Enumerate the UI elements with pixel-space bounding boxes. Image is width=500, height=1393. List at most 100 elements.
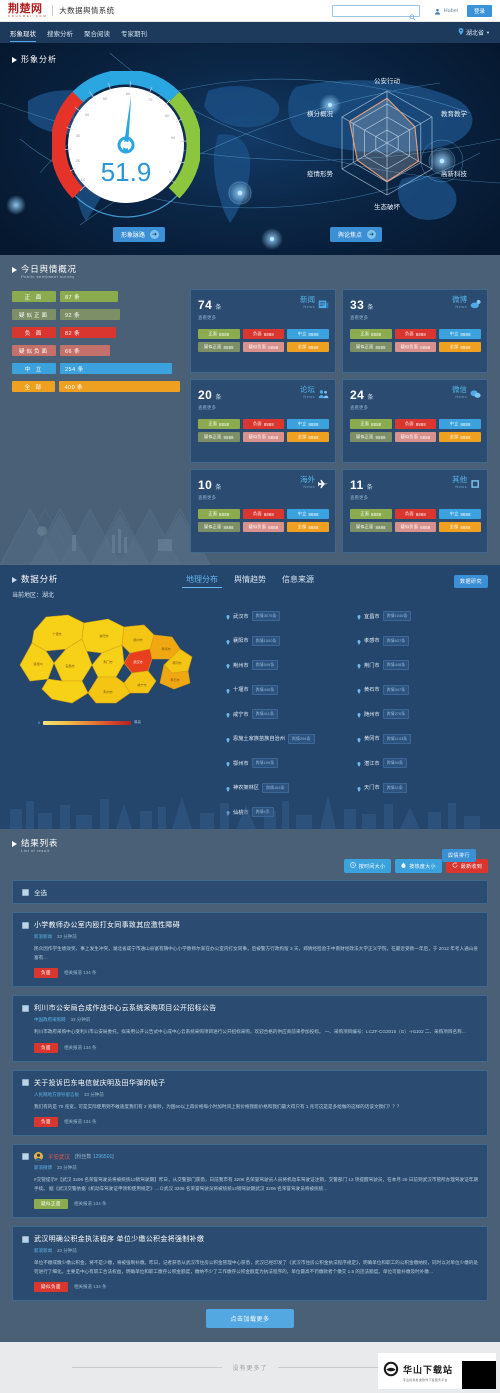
user-area[interactable]: Hubei bbox=[434, 2, 458, 20]
result-item-weibo[interactable]: 平安武汉 [粉丝数 1296501] 新浪微博 33 分钟前 #交管提示#【武汉… bbox=[12, 1144, 488, 1218]
result-related-count[interactable]: 相关报道 134 条 bbox=[64, 970, 97, 976]
chip-neutral[interactable]: 中立8888 bbox=[287, 509, 329, 519]
search-box[interactable] bbox=[332, 5, 420, 17]
chip-positive[interactable]: 正面8888 bbox=[350, 329, 392, 339]
chip-suspected-negative[interactable]: 疑似负面8888 bbox=[395, 432, 437, 442]
card-more-wechat[interactable]: 查看更多 bbox=[350, 405, 373, 411]
sort-by-time-button[interactable]: 按时间大小 bbox=[344, 859, 392, 873]
sentiment-bar-row[interactable]: 中 立 254 条 bbox=[12, 363, 180, 374]
chip-suspected-negative[interactable]: 疑似负面8888 bbox=[395, 342, 437, 352]
select-all-checkbox[interactable] bbox=[22, 889, 29, 896]
select-all-row[interactable]: 全选 bbox=[12, 880, 488, 904]
city-row[interactable]: 鄂州市舆情199条 bbox=[226, 754, 357, 772]
chip-suspected-positive[interactable]: 疑似正面8888 bbox=[198, 342, 240, 352]
city-row[interactable]: 荆州市舆情549条 bbox=[226, 656, 357, 674]
city-row[interactable]: 咸宁市舆情411条 bbox=[226, 705, 357, 723]
opinion-focus-button[interactable]: 舆论焦点 ➜ bbox=[330, 227, 382, 242]
sentiment-bar-row[interactable]: 正 面 87 条 bbox=[12, 291, 180, 302]
weibo-avatar-icon[interactable] bbox=[34, 1152, 43, 1161]
load-more-button[interactable]: 点击加载更多 bbox=[206, 1309, 293, 1328]
city-row[interactable]: 荆门市舆情448条 bbox=[357, 656, 488, 674]
city-row[interactable]: 武汉市舆情3076条 bbox=[226, 607, 357, 625]
opinion-ranking-button[interactable]: 舆情排行 bbox=[442, 849, 476, 862]
sentiment-bar-row[interactable]: 疑似负面 66 条 bbox=[12, 345, 180, 356]
chip-positive[interactable]: 正面8888 bbox=[198, 509, 240, 519]
nav-item-aggregate-reading[interactable]: 聚合阅读 bbox=[84, 22, 110, 43]
login-button[interactable]: 登录 bbox=[467, 5, 492, 17]
result-title-link[interactable]: 小学教师办公室内殴打女同事致其应激性障碍 bbox=[34, 920, 180, 930]
sentiment-bar-row[interactable]: 全 部 400 条 bbox=[12, 381, 180, 392]
result-related-count[interactable]: 相关报道 134 条 bbox=[74, 1201, 107, 1207]
chip-negative[interactable]: 负面8888 bbox=[243, 329, 285, 339]
result-checkbox[interactable] bbox=[22, 1005, 29, 1012]
city-row[interactable]: 孝感市舆情627条 bbox=[357, 632, 488, 650]
chip-neutral[interactable]: 中立8888 bbox=[287, 419, 329, 429]
city-row[interactable]: 襄阳市舆情1000条 bbox=[226, 632, 357, 650]
channel-card-other[interactable]: 11条 查看更多 其他 News bbox=[342, 469, 488, 553]
result-checkbox[interactable] bbox=[22, 922, 29, 929]
city-row[interactable]: 十堰市舆情440条 bbox=[226, 681, 357, 699]
city-row[interactable]: 宜昌市舆情1045条 bbox=[357, 607, 488, 625]
nav-item-search-analysis[interactable]: 搜索分析 bbox=[47, 22, 73, 43]
chip-negative[interactable]: 负面8888 bbox=[243, 419, 285, 429]
result-item[interactable]: 武汉明确公积金执法程序 单位少缴公积金将强制补缴 新浪新闻 33 分钟前 单位不… bbox=[12, 1226, 488, 1301]
chip-negative[interactable]: 负面8888 bbox=[395, 329, 437, 339]
channel-card-forum[interactable]: 20条 查看更多 论坛 News bbox=[190, 379, 336, 463]
card-more-other[interactable]: 查看更多 bbox=[350, 495, 373, 501]
result-title-link[interactable]: 利川市公安局合成作战中心云系统采购项目公开招标公告 bbox=[34, 1003, 217, 1013]
result-checkbox[interactable] bbox=[22, 1079, 29, 1086]
channel-card-weibo[interactable]: 33条 查看更多 微博 News bbox=[342, 289, 488, 373]
chip-positive[interactable]: 正面8888 bbox=[198, 419, 240, 429]
result-related-count[interactable]: 相关报道 134 条 bbox=[74, 1284, 107, 1290]
image-path-button[interactable]: 形象脉路 ➜ bbox=[113, 227, 165, 242]
result-item[interactable]: 小学教师办公室内殴打女同事致其应激性障碍 新浪新闻 33 分钟前 民众因作学生绩… bbox=[12, 912, 488, 987]
chip-all[interactable]: 全部8888 bbox=[439, 522, 481, 532]
weibo-account-name[interactable]: 平安武汉 bbox=[48, 1153, 70, 1161]
chip-negative[interactable]: 负面8888 bbox=[395, 419, 437, 429]
chip-suspected-negative[interactable]: 疑似负面8888 bbox=[243, 432, 285, 442]
search-input[interactable] bbox=[336, 8, 416, 14]
chip-suspected-positive[interactable]: 疑似正面8888 bbox=[198, 432, 240, 442]
chip-suspected-positive[interactable]: 疑似正面8888 bbox=[350, 432, 392, 442]
chip-neutral[interactable]: 中立8888 bbox=[439, 419, 481, 429]
chip-neutral[interactable]: 中立8888 bbox=[439, 509, 481, 519]
channel-card-news[interactable]: 74条 查看更多 新闻 News bbox=[190, 289, 336, 373]
sentiment-bar-row[interactable]: 疑似正面 92 条 bbox=[12, 309, 180, 320]
hubei-map[interactable]: 十堰市 襄阳市 随州市 孝感市 武汉市 黄冈市 荆门市 宜昌市 荆州市 咸宁市 … bbox=[12, 601, 222, 821]
chip-suspected-negative[interactable]: 疑似负面8888 bbox=[243, 522, 285, 532]
chip-suspected-positive[interactable]: 疑似正面8888 bbox=[350, 522, 392, 532]
channel-card-wechat[interactable]: 24条 查看更多 微信 News bbox=[342, 379, 488, 463]
card-more-overseas[interactable]: 查看更多 bbox=[198, 495, 221, 501]
chip-all[interactable]: 全部8888 bbox=[287, 342, 329, 352]
result-checkbox[interactable] bbox=[22, 1236, 29, 1243]
region-selector[interactable]: 湖北省 ▼ bbox=[458, 28, 490, 37]
chip-positive[interactable]: 正面8888 bbox=[350, 419, 392, 429]
sort-by-heat-button[interactable]: 按热度大小 bbox=[395, 859, 442, 873]
city-row[interactable]: 黄石市舆情347条 bbox=[357, 681, 488, 699]
result-related-count[interactable]: 相关报道 134 条 bbox=[64, 1045, 97, 1051]
chip-suspected-positive[interactable]: 疑似正面8888 bbox=[198, 522, 240, 532]
chip-all[interactable]: 全部8888 bbox=[439, 342, 481, 352]
chip-suspected-negative[interactable]: 疑似负面8888 bbox=[243, 342, 285, 352]
chip-suspected-positive[interactable]: 疑似正面8888 bbox=[350, 342, 392, 352]
result-checkbox[interactable] bbox=[22, 1153, 29, 1160]
chip-neutral[interactable]: 中立8888 bbox=[439, 329, 481, 339]
channel-card-overseas[interactable]: 10条 查看更多 海外 News bbox=[190, 469, 336, 553]
result-item[interactable]: 利川市公安局合成作战中心云系统采购项目公开招标公告 中国政府采购网 33 分钟前… bbox=[12, 995, 488, 1061]
chip-suspected-negative[interactable]: 疑似负面8888 bbox=[395, 522, 437, 532]
chip-positive[interactable]: 正面8888 bbox=[198, 329, 240, 339]
chip-negative[interactable]: 负面8888 bbox=[243, 509, 285, 519]
result-item[interactable]: 关于投诉巴东电信就庆明及田华弹的帖子 人民网地方领导留言板 33 分钟前 我们有… bbox=[12, 1070, 488, 1136]
result-title-link[interactable]: 关于投诉巴东电信就庆明及田华弹的帖子 bbox=[34, 1078, 165, 1088]
nav-item-image-status[interactable]: 形象现状 bbox=[10, 22, 36, 43]
card-more-weibo[interactable]: 查看更多 bbox=[350, 315, 373, 321]
city-row[interactable]: 随州市舆情276条 bbox=[357, 705, 488, 723]
chip-positive[interactable]: 正面8888 bbox=[350, 509, 392, 519]
sentiment-bar-row[interactable]: 负 面 82 条 bbox=[12, 327, 180, 338]
city-row[interactable]: 黄冈市舆情1143条 bbox=[357, 730, 488, 748]
hubei-map-svg[interactable]: 十堰市 襄阳市 随州市 孝感市 武汉市 黄冈市 荆门市 宜昌市 荆州市 咸宁市 … bbox=[12, 601, 212, 713]
chip-all[interactable]: 全部8888 bbox=[287, 522, 329, 532]
card-more-forum[interactable]: 查看更多 bbox=[198, 405, 221, 411]
chip-neutral[interactable]: 中立8888 bbox=[287, 329, 329, 339]
chip-negative[interactable]: 负面8888 bbox=[395, 509, 437, 519]
